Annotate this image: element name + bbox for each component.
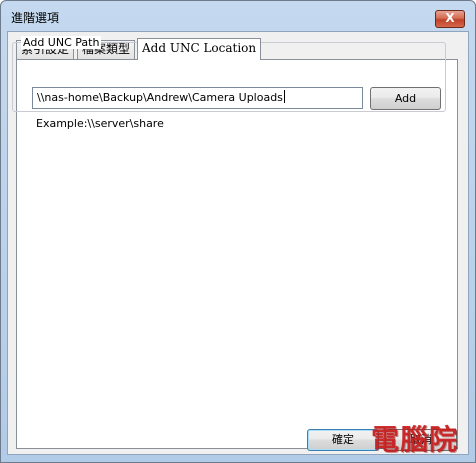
tab-add-unc-location[interactable]: Add UNC Location xyxy=(137,38,262,60)
group-label: Add UNC Path xyxy=(21,36,102,49)
ok-button[interactable]: 確定 xyxy=(307,429,379,451)
unc-path-input[interactable]: \\nas-home\Backup\Andrew\Camera Uploads xyxy=(32,87,363,109)
unc-path-value: \\nas-home\Backup\Andrew\Camera Uploads xyxy=(37,91,283,104)
add-button[interactable]: Add xyxy=(370,87,441,110)
close-icon: X xyxy=(445,11,455,25)
window-title: 進階選項 xyxy=(11,11,60,25)
title-bar[interactable]: 進階選項 X xyxy=(1,1,475,31)
example-text: Example:\\server\share xyxy=(36,117,164,130)
text-caret xyxy=(283,90,285,103)
watermark-logo: 電腦院 xyxy=(371,423,459,456)
dialog-window: 進階選項 X 索引設定 檔案類型 Add UNC Location Add UN… xyxy=(0,0,476,463)
tab-label: Add UNC Location xyxy=(142,41,257,55)
close-button[interactable]: X xyxy=(435,10,465,28)
